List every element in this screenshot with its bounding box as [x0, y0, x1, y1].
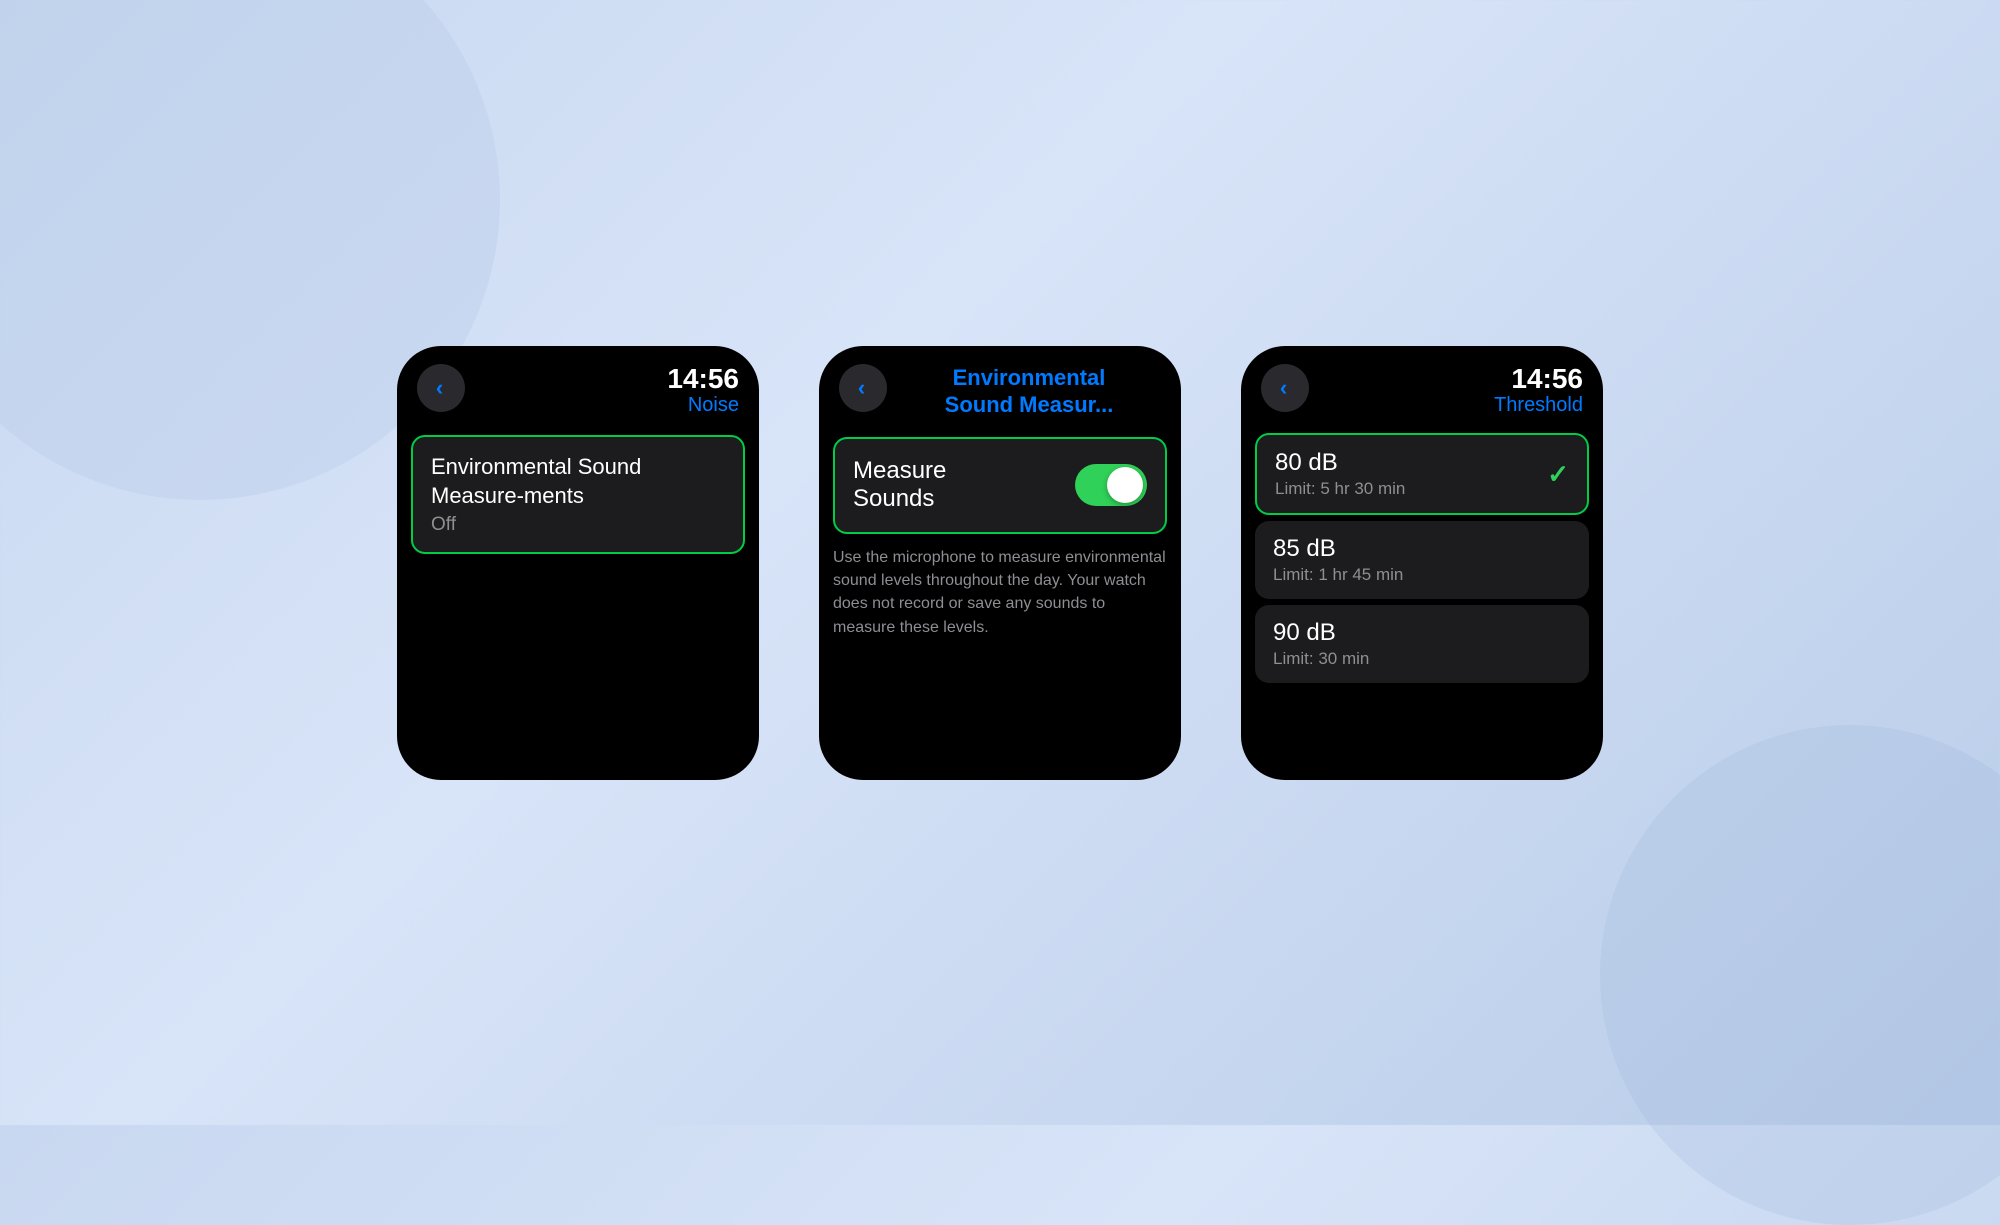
- threshold-85db-limit: Limit: 1 hr 45 min: [1273, 565, 1403, 585]
- screens-container: ‹ 14:56 Noise Environmental Sound Measur…: [397, 346, 1603, 780]
- screen1-back-chevron-icon: ‹: [436, 375, 443, 401]
- threshold-80db-text: 80 dB Limit: 5 hr 30 min: [1275, 449, 1405, 499]
- threshold-80db-limit: Limit: 5 hr 30 min: [1275, 479, 1405, 499]
- screen2-nav-title: Environmental Sound Measur...: [897, 364, 1161, 419]
- measure-sounds-label: Measure Sounds: [853, 457, 946, 515]
- screen1-env-sound-item[interactable]: Environmental Sound Measure-ments Off: [411, 435, 745, 554]
- screen1-item-status: Off: [431, 514, 725, 536]
- toggle-knob: [1107, 467, 1143, 503]
- measure-sounds-toggle-row[interactable]: Measure Sounds: [833, 437, 1167, 535]
- threshold-90db-value: 90 dB: [1273, 619, 1369, 647]
- watch-screen-3: ‹ 14:56 Threshold 80 dB Limit: 5 hr 30 m…: [1241, 346, 1603, 780]
- measure-sounds-toggle[interactable]: [1075, 464, 1147, 506]
- screen3-time: 14:56: [1309, 364, 1583, 395]
- threshold-85db-value: 85 dB: [1273, 535, 1403, 563]
- screen2-description: Use the microphone to measure environmen…: [833, 546, 1167, 639]
- screen3-nav-title: Threshold: [1309, 394, 1583, 417]
- screen3-header: ‹ 14:56 Threshold: [1241, 346, 1603, 428]
- screen1-time: 14:56: [475, 364, 739, 395]
- screen1-item-title: Environmental Sound Measure-ments: [431, 453, 725, 510]
- screen2-back-chevron-icon: ‹: [858, 375, 865, 401]
- threshold-85db-text: 85 dB Limit: 1 hr 45 min: [1273, 535, 1403, 585]
- threshold-item-85db[interactable]: 85 dB Limit: 1 hr 45 min: [1255, 521, 1589, 599]
- screen2-header: ‹ Environmental Sound Measur...: [819, 346, 1181, 429]
- watch-screen-2: ‹ Environmental Sound Measur... Measure …: [819, 346, 1181, 780]
- screen3-back-button[interactable]: ‹: [1261, 364, 1309, 412]
- watch-screen-1: ‹ 14:56 Noise Environmental Sound Measur…: [397, 346, 759, 780]
- threshold-90db-limit: Limit: 30 min: [1273, 649, 1369, 669]
- screen1-nav-title: Noise: [475, 394, 739, 417]
- screen1-title-group: 14:56 Noise: [465, 364, 739, 418]
- screen2-title-group: Environmental Sound Measur...: [897, 364, 1161, 419]
- screen3-title-group: 14:56 Threshold: [1309, 364, 1583, 418]
- threshold-80db-checkmark-icon: ✓: [1547, 459, 1569, 490]
- threshold-90db-text: 90 dB Limit: 30 min: [1273, 619, 1369, 669]
- screen3-back-chevron-icon: ‹: [1280, 375, 1287, 401]
- screen1-header: ‹ 14:56 Noise: [397, 346, 759, 428]
- threshold-80db-value: 80 dB: [1275, 449, 1405, 477]
- threshold-item-80db[interactable]: 80 dB Limit: 5 hr 30 min ✓: [1255, 433, 1589, 515]
- screen1-back-button[interactable]: ‹: [417, 364, 465, 412]
- screen2-back-button[interactable]: ‹: [839, 364, 887, 412]
- threshold-item-90db[interactable]: 90 dB Limit: 30 min: [1255, 605, 1589, 683]
